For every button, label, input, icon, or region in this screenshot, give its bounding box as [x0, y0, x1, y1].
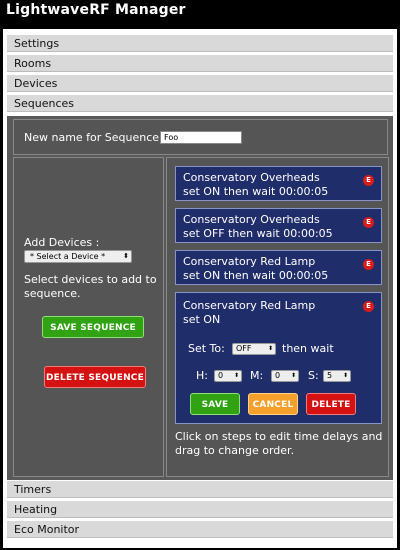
step-action: set ON then wait 00:00:05	[183, 185, 329, 198]
sequence-steps-panel: Conservatory Overheads set ON then wait …	[166, 157, 389, 477]
step-action: set ON	[183, 313, 221, 326]
accordion-rooms[interactable]: Rooms	[7, 55, 393, 72]
accordion-sequences[interactable]: Sequences	[7, 95, 393, 112]
accordion-heating[interactable]: Heating	[7, 501, 393, 518]
save-sequence-button[interactable]: SAVE SEQUENCE	[42, 316, 144, 338]
sequence-name-panel: New name for Sequence	[13, 119, 388, 155]
minutes-value: 0	[275, 371, 281, 380]
sequence-name-input[interactable]	[160, 131, 242, 144]
seconds-value: 5	[327, 371, 333, 380]
hours-label: H:	[196, 369, 208, 382]
accordion-settings[interactable]: Settings	[7, 35, 393, 52]
accordion-devices[interactable]: Devices	[7, 75, 393, 92]
add-devices-panel: Add Devices : * Select a Device * ⬍ Sele…	[13, 157, 164, 477]
step-device: Conservatory Red Lamp	[183, 299, 316, 312]
set-to-label: Set To:	[188, 342, 225, 355]
add-devices-help: Select devices to add to sequence.	[24, 273, 157, 300]
seconds-select[interactable]: 5 ⬍	[323, 370, 351, 382]
seconds-label: S:	[308, 369, 319, 382]
set-to-value: OFF	[236, 344, 252, 353]
save-step-button[interactable]: SAVE	[190, 393, 240, 415]
edit-step-icon[interactable]: E	[363, 217, 374, 228]
device-select-value: * Select a Device *	[30, 252, 106, 261]
edit-step-icon[interactable]: E	[363, 259, 374, 270]
sequence-step-editing[interactable]: Conservatory Red Lamp set ON E Set To: O…	[175, 292, 382, 424]
step-action: set OFF then wait 00:00:05	[183, 227, 333, 240]
delete-step-button[interactable]: DELETE	[306, 393, 356, 415]
accordion-eco-monitor[interactable]: Eco Monitor	[7, 521, 393, 538]
step-device: Conservatory Red Lamp	[183, 255, 316, 268]
sequence-editor: New name for Sequence Add Devices : * Se…	[7, 116, 393, 480]
then-wait-label: then wait	[282, 342, 334, 355]
cancel-step-button[interactable]: CANCEL	[248, 393, 298, 415]
step-device: Conservatory Overheads	[183, 213, 320, 226]
edit-step-icon[interactable]: E	[363, 301, 374, 312]
set-to-select[interactable]: OFF ⬍	[232, 343, 276, 355]
select-arrows-icon: ⬍	[233, 372, 239, 379]
device-select[interactable]: * Select a Device * ⬍	[24, 250, 132, 263]
app-title: LightwaveRF Manager	[6, 2, 186, 18]
step-device: Conservatory Overheads	[183, 171, 320, 184]
hours-select[interactable]: 0 ⬍	[214, 370, 242, 382]
sequence-step[interactable]: Conservatory Red Lamp set ON then wait 0…	[175, 250, 382, 285]
hours-value: 0	[218, 371, 224, 380]
add-devices-label: Add Devices :	[24, 236, 100, 249]
select-arrows-icon: ⬍	[123, 252, 129, 260]
sequence-name-label: New name for Sequence	[24, 131, 160, 144]
minutes-label: M:	[250, 369, 264, 382]
select-arrows-icon: ⬍	[342, 372, 348, 379]
step-action: set ON then wait 00:00:05	[183, 269, 329, 282]
sequence-step[interactable]: Conservatory Overheads set ON then wait …	[175, 166, 382, 201]
steps-help: Click on steps to edit time delays and d…	[175, 430, 383, 457]
select-arrows-icon: ⬍	[290, 372, 296, 379]
minutes-select[interactable]: 0 ⬍	[271, 370, 299, 382]
edit-step-icon[interactable]: E	[363, 175, 374, 186]
select-arrows-icon: ⬍	[267, 345, 273, 352]
delete-sequence-button[interactable]: DELETE SEQUENCE	[44, 366, 146, 388]
accordion-timers[interactable]: Timers	[7, 481, 393, 498]
sequence-step[interactable]: Conservatory Overheads set OFF then wait…	[175, 208, 382, 243]
